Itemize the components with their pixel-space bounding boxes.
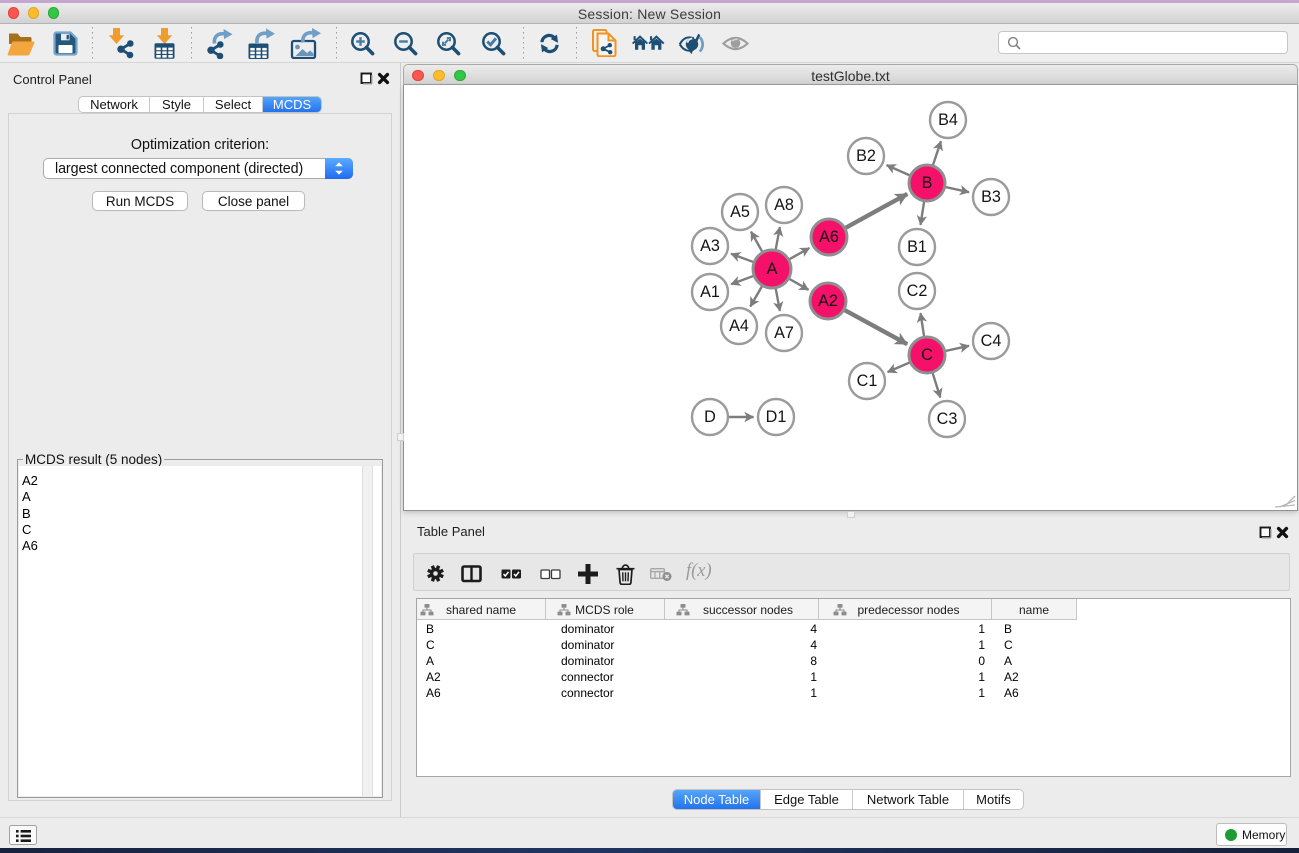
svg-text:B: B	[922, 174, 933, 192]
svg-text:D1: D1	[766, 408, 787, 426]
svg-text:C2: C2	[907, 282, 928, 300]
svg-text:C3: C3	[937, 410, 958, 428]
svg-text:A1: A1	[700, 283, 720, 301]
svg-text:A3: A3	[700, 237, 720, 255]
svg-text:C4: C4	[981, 332, 1002, 350]
svg-text:A2: A2	[818, 292, 838, 310]
svg-text:B1: B1	[907, 238, 927, 256]
svg-text:C1: C1	[857, 372, 878, 390]
svg-text:B3: B3	[981, 188, 1001, 206]
svg-text:A7: A7	[774, 324, 794, 342]
svg-text:B2: B2	[856, 147, 876, 165]
svg-text:A6: A6	[819, 228, 839, 246]
svg-text:A5: A5	[730, 203, 750, 221]
svg-text:A: A	[767, 260, 778, 278]
svg-text:A4: A4	[729, 317, 749, 335]
svg-text:D: D	[704, 408, 716, 426]
svg-text:C: C	[921, 346, 933, 364]
svg-text:A8: A8	[774, 196, 794, 214]
svg-text:B4: B4	[938, 111, 958, 129]
